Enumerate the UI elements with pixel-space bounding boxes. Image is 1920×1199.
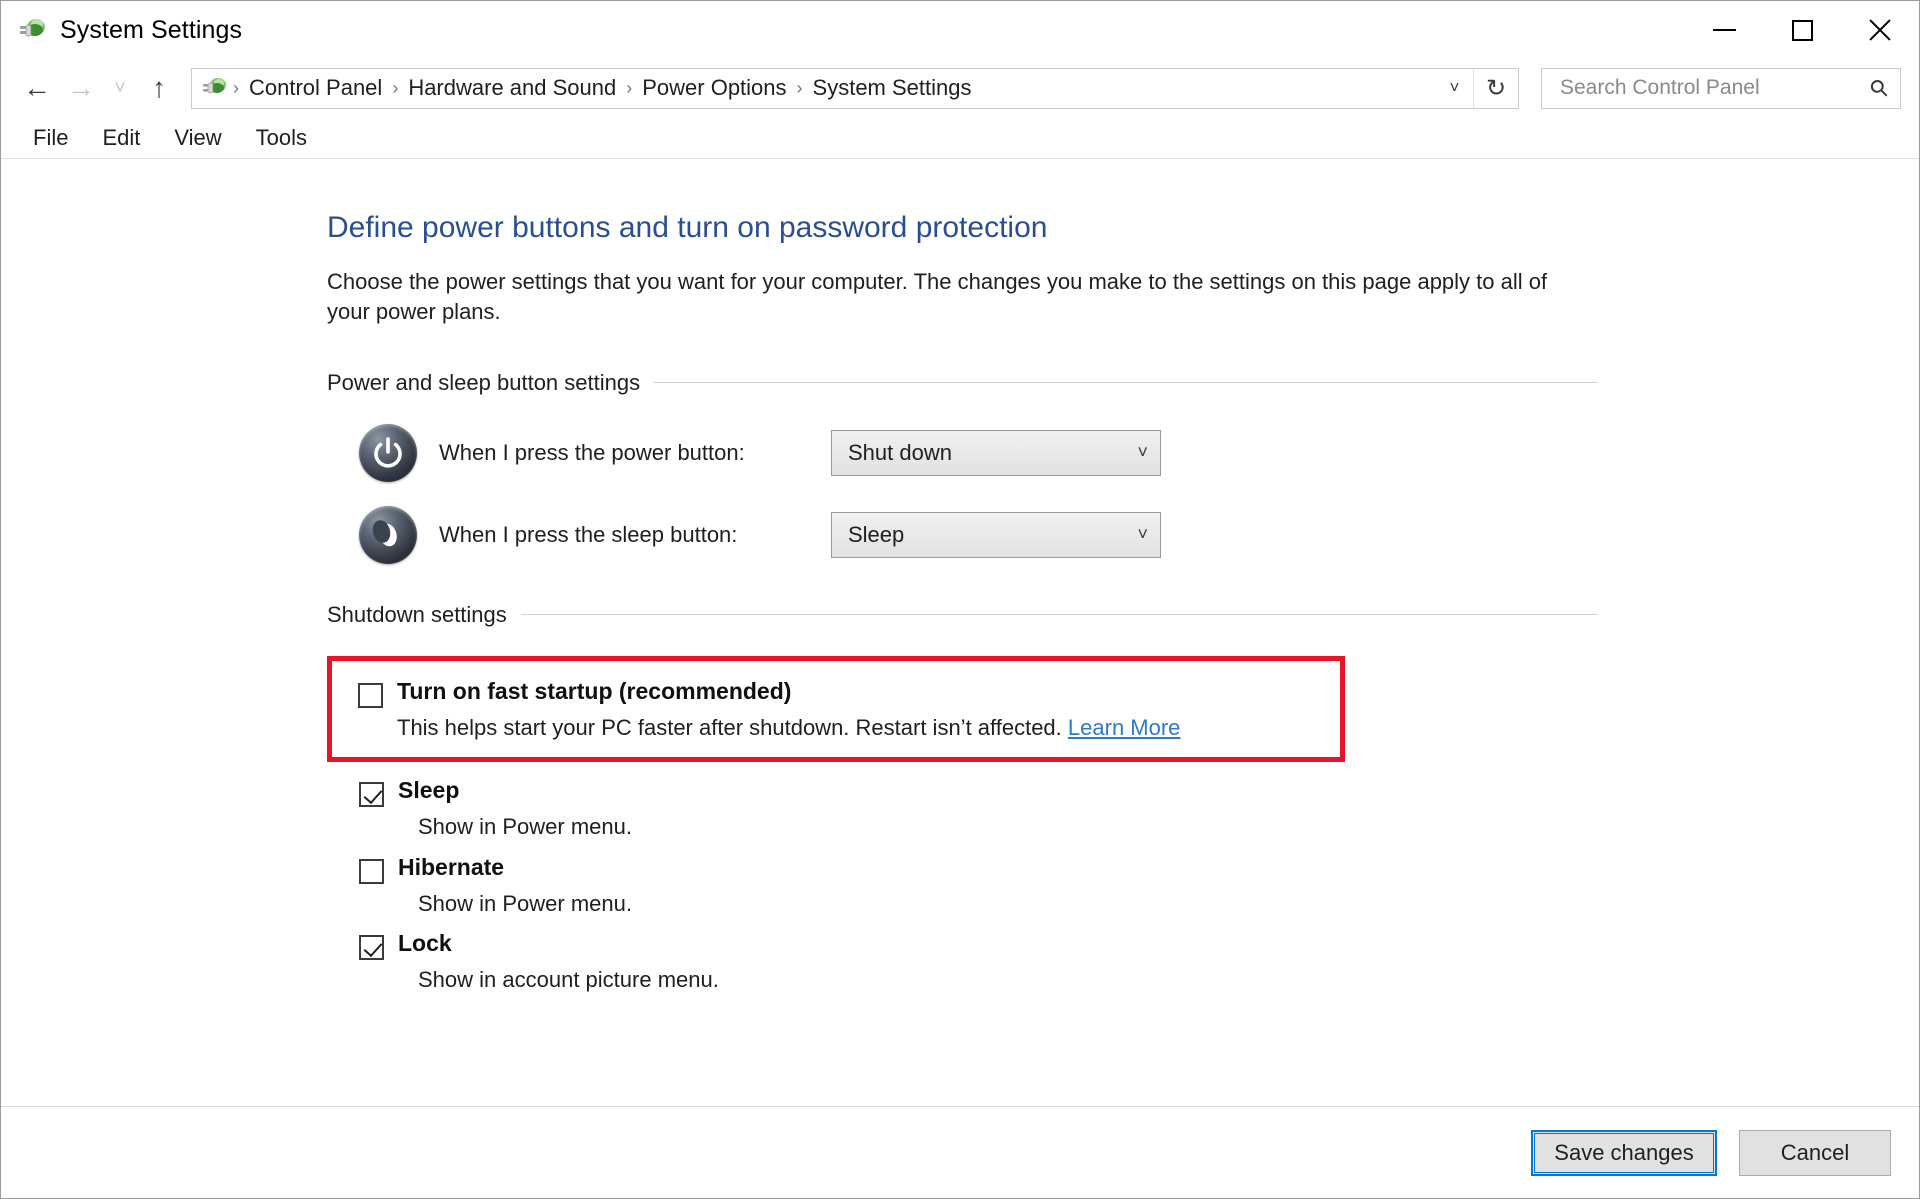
sleep-option-block: Sleep Show in Power menu.: [327, 778, 1597, 841]
address-bar: ← → ˅ ↑ › Control Panel ›: [1, 59, 1919, 117]
lock-checkbox[interactable]: [359, 935, 384, 960]
menu-item-view[interactable]: View: [160, 121, 235, 155]
main-content: Define power buttons and turn on passwor…: [1, 159, 1919, 1198]
group-divider: [521, 614, 1597, 615]
learn-more-link[interactable]: Learn More: [1068, 715, 1181, 740]
breadcrumb-item-hardware-and-sound[interactable]: Hardware and Sound: [401, 75, 623, 101]
sleep-button-setting-row: When I press the sleep button: Sleep ˅: [327, 506, 1597, 564]
highlight-box: Turn on fast startup (recommended) This …: [327, 656, 1345, 763]
sleep-button-icon: [359, 506, 417, 564]
lock-checkbox-row[interactable]: Lock: [359, 931, 1597, 960]
menu-item-edit[interactable]: Edit: [88, 121, 154, 155]
cancel-button[interactable]: Cancel: [1739, 1130, 1891, 1176]
power-button-action-value: Shut down: [848, 440, 1137, 466]
power-button-setting-row: When I press the power button: Shut down…: [327, 424, 1597, 482]
system-settings-window: System Settings ← → ˅ ↑: [0, 0, 1920, 1199]
group-divider: [654, 382, 1597, 383]
power-plug-icon: [18, 15, 48, 45]
sleep-option-description: Show in Power menu.: [418, 813, 1597, 841]
breadcrumb[interactable]: › Control Panel › Hardware and Sound › P…: [191, 68, 1519, 109]
sleep-option-label: Sleep: [398, 778, 459, 803]
back-button[interactable]: ←: [15, 66, 59, 110]
save-changes-button[interactable]: Save changes: [1531, 1130, 1717, 1176]
search-input[interactable]: [1558, 75, 1871, 101]
footer-bar: Save changes Cancel: [1, 1106, 1919, 1198]
lock-option-block: Lock Show in account picture menu.: [327, 931, 1597, 994]
breadcrumb-separator: ›: [230, 78, 242, 99]
breadcrumb-separator: ›: [389, 78, 401, 99]
up-button[interactable]: ↑: [137, 66, 181, 110]
fast-startup-label: Turn on fast startup (recommended): [397, 679, 791, 704]
close-icon: [1867, 17, 1893, 43]
sleep-button-action-select[interactable]: Sleep ˅: [831, 512, 1161, 558]
shutdown-group-header: Shutdown settings: [327, 602, 1597, 628]
refresh-icon[interactable]: ↻: [1474, 69, 1518, 108]
breadcrumb-separator: ›: [794, 78, 806, 99]
lock-option-description: Show in account picture menu.: [418, 966, 1597, 994]
power-button-label: When I press the power button:: [439, 440, 831, 466]
hibernate-option-block: Hibernate Show in Power menu.: [327, 855, 1597, 918]
power-group-header: Power and sleep button settings: [327, 370, 1597, 396]
close-button[interactable]: [1841, 1, 1919, 59]
lock-option-label: Lock: [398, 931, 452, 956]
fast-startup-description: This helps start your PC faster after sh…: [397, 714, 1340, 742]
shutdown-settings-group: Shutdown settings Turn on fast startup (…: [327, 602, 1597, 994]
sleep-checkbox-row[interactable]: Sleep: [359, 778, 1597, 807]
sleep-button-label: When I press the sleep button:: [439, 522, 831, 548]
fast-startup-description-text: This helps start your PC faster after sh…: [397, 715, 1068, 740]
chevron-down-icon: ˅: [1137, 442, 1148, 463]
minimize-button[interactable]: [1685, 1, 1763, 59]
fast-startup-checkbox-row[interactable]: Turn on fast startup (recommended): [358, 679, 1340, 708]
chevron-down-icon[interactable]: ˅: [1436, 69, 1474, 108]
forward-arrow-icon: →: [67, 74, 95, 102]
hibernate-option-label: Hibernate: [398, 855, 504, 880]
up-arrow-icon: ↑: [152, 74, 166, 102]
breadcrumb-item-power-options[interactable]: Power Options: [635, 75, 793, 101]
chevron-down-icon: ˅: [114, 79, 125, 98]
chevron-down-icon: ˅: [1137, 524, 1148, 545]
page-description: Choose the power settings that you want …: [327, 267, 1559, 328]
fast-startup-block: Turn on fast startup (recommended) This …: [358, 679, 1340, 742]
menu-item-file[interactable]: File: [19, 121, 82, 155]
forward-button[interactable]: →: [59, 66, 103, 110]
search-box[interactable]: ⚲: [1541, 68, 1901, 109]
shutdown-group-title: Shutdown settings: [327, 602, 521, 628]
maximize-icon: [1792, 20, 1813, 41]
recent-locations-button[interactable]: ˅: [103, 66, 137, 110]
minimize-icon: [1713, 29, 1736, 31]
sleep-checkbox[interactable]: [359, 782, 384, 807]
hibernate-checkbox-row[interactable]: Hibernate: [359, 855, 1597, 884]
power-glyph: [359, 424, 417, 482]
sleep-glyph: [359, 506, 417, 564]
hibernate-option-description: Show in Power menu.: [418, 890, 1597, 918]
page-title: Define power buttons and turn on passwor…: [327, 211, 1919, 245]
power-plug-icon: [202, 75, 228, 101]
hibernate-checkbox[interactable]: [359, 859, 384, 884]
sleep-button-action-value: Sleep: [848, 522, 1137, 548]
menu-item-tools[interactable]: Tools: [242, 121, 321, 155]
fast-startup-checkbox[interactable]: [358, 683, 383, 708]
title-bar: System Settings: [1, 1, 1919, 59]
power-and-sleep-group: Power and sleep button settings When I p…: [327, 370, 1597, 564]
power-button-icon: [359, 424, 417, 482]
back-arrow-icon: ←: [23, 74, 51, 102]
breadcrumb-separator: ›: [623, 78, 635, 99]
power-button-action-select[interactable]: Shut down ˅: [831, 430, 1161, 476]
window-title: System Settings: [60, 16, 242, 45]
breadcrumb-item-system-settings[interactable]: System Settings: [806, 75, 979, 101]
maximize-button[interactable]: [1763, 1, 1841, 59]
breadcrumb-item-control-panel[interactable]: Control Panel: [242, 75, 389, 101]
caption-buttons: [1685, 1, 1919, 59]
power-group-title: Power and sleep button settings: [327, 370, 654, 396]
menu-bar: File Edit View Tools: [1, 117, 1919, 159]
